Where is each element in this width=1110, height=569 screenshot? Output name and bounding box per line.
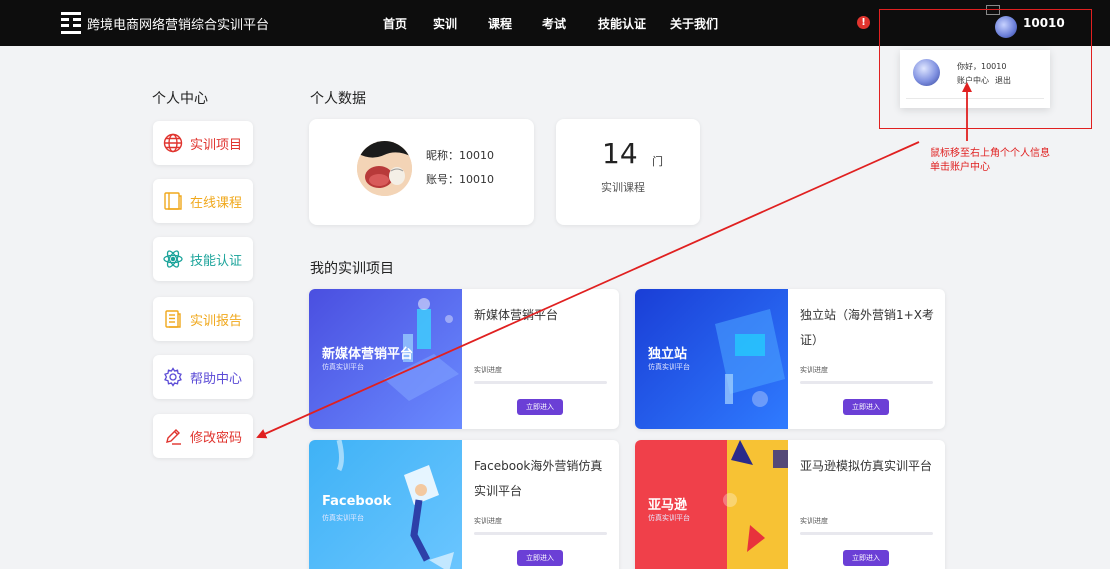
annotation-arrows — [256, 82, 972, 439]
annotation-arrow-diagonal — [256, 141, 920, 439]
